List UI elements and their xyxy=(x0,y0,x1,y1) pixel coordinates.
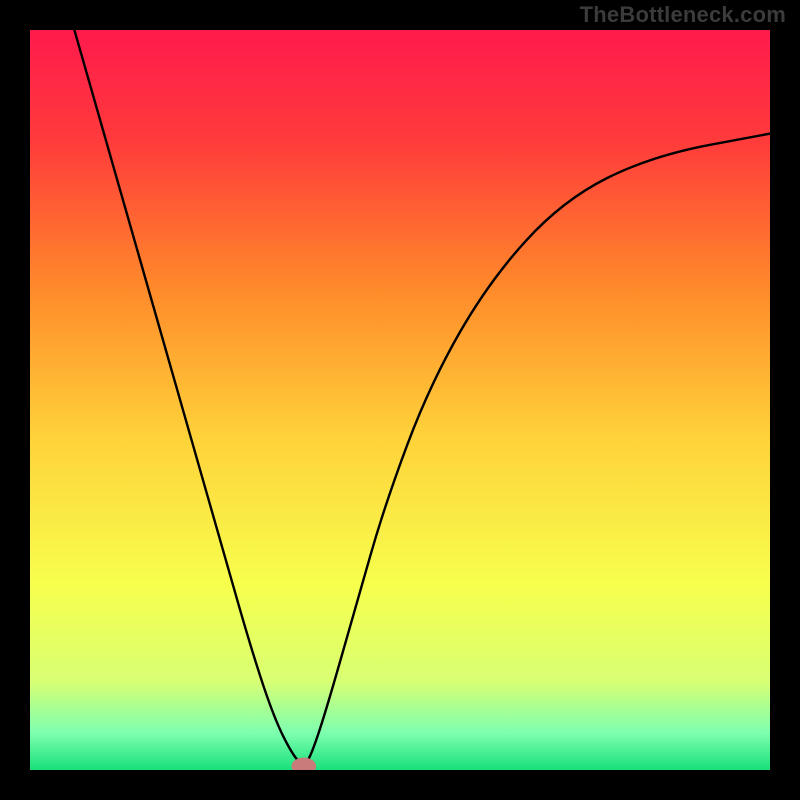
chart-svg xyxy=(30,30,770,770)
watermark-text: TheBottleneck.com xyxy=(580,2,786,28)
plot-area xyxy=(30,30,770,770)
minimum-marker xyxy=(292,758,316,770)
chart-frame: TheBottleneck.com xyxy=(0,0,800,800)
gradient-background xyxy=(30,30,770,770)
